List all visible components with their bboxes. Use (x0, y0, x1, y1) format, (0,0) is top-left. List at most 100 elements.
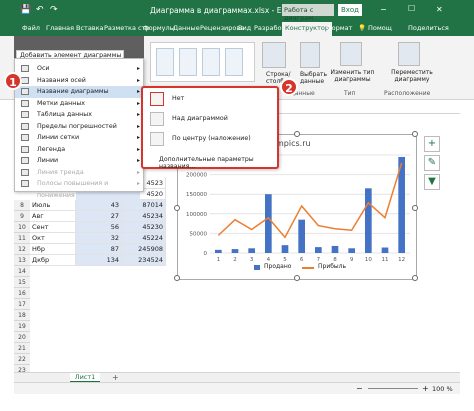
table-cell[interactable]: 45224 (122, 233, 166, 244)
row-header[interactable]: 9 (14, 211, 30, 222)
chevron-right-icon: ▸ (136, 134, 140, 141)
chevron-right-icon: ▸ (136, 180, 140, 187)
table-cell[interactable]: 27 (76, 211, 122, 222)
table-cell[interactable]: Июль (30, 200, 76, 211)
tab-insert[interactable]: Вставка (76, 24, 104, 32)
table-cell[interactable]: 56 (76, 222, 122, 233)
style-thumb[interactable] (156, 48, 174, 76)
menu-item-none[interactable]: Нет (146, 90, 276, 110)
table-cell[interactable]: 234524 (122, 255, 166, 266)
menu-item-centered-overlay[interactable]: По центру (наложение) (146, 130, 276, 150)
row-header[interactable]: 15 (14, 277, 30, 288)
table-cell[interactable]: 134 (76, 255, 122, 266)
menu-item[interactable]: Метки данных ▸ (15, 98, 143, 110)
resize-handle[interactable] (294, 131, 300, 137)
undo-icon[interactable]: ↶ (36, 5, 44, 15)
menu-item[interactable]: Линии ▸ (15, 155, 143, 167)
menu-item-label: Линия тренда (37, 168, 84, 176)
menu-item[interactable]: Легенда ▸ (15, 144, 143, 156)
row-header[interactable]: 10 (14, 222, 30, 233)
row-header[interactable]: 20 (14, 332, 30, 343)
table-cell[interactable]: 45230 (122, 222, 166, 233)
chart-element-icon (21, 111, 29, 118)
row-header[interactable]: 16 (14, 288, 30, 299)
row-col-icon[interactable] (262, 42, 286, 68)
menu-item[interactable]: Оси ▸ (15, 63, 143, 75)
table-cell[interactable]: 87 (76, 244, 122, 255)
add-sheet-button[interactable]: + (112, 373, 119, 382)
resize-handle[interactable] (412, 275, 418, 281)
resize-handle[interactable] (174, 275, 180, 281)
row-header[interactable]: 13 (14, 255, 30, 266)
y-tick-label: 100000 (186, 212, 207, 218)
chart-bar (231, 249, 239, 253)
zoom-in-button[interactable]: + (422, 384, 429, 393)
style-thumb[interactable] (202, 48, 220, 76)
row-header[interactable]: 19 (14, 321, 30, 332)
style-thumb[interactable] (179, 48, 197, 76)
move-chart-icon[interactable] (398, 42, 420, 66)
table-cell[interactable]: Окт (30, 233, 76, 244)
share-button[interactable]: Поделиться (408, 24, 449, 32)
table-cell[interactable]: Нбр (30, 244, 76, 255)
row-header[interactable]: 12 (14, 244, 30, 255)
tab-format[interactable]: Формат (326, 24, 352, 32)
chart-title-overlay-icon (150, 132, 164, 146)
move-chart-button[interactable]: Переместить диаграмму (384, 69, 440, 83)
tab-home[interactable]: Главная (46, 24, 74, 32)
table-cell[interactable]: 45234 (122, 211, 166, 222)
table-cell[interactable]: Дкбр (30, 255, 76, 266)
maximize-button[interactable]: ☐ (408, 4, 415, 13)
table-cell[interactable]: 87014 (122, 200, 166, 211)
table-cell[interactable]: Сент (30, 222, 76, 233)
tab-help[interactable]: Помощ (368, 24, 392, 32)
zoom-slider[interactable] (368, 388, 418, 389)
chart-bar (215, 249, 222, 253)
login-button[interactable]: Вход (338, 4, 362, 16)
table-cell[interactable]: 32 (76, 233, 122, 244)
row-header[interactable]: 18 (14, 310, 30, 321)
tab-view[interactable]: Вид (238, 24, 251, 32)
minimize-button[interactable]: − (380, 5, 387, 14)
chart-element-icon (21, 122, 29, 130)
table-cell[interactable]: 43 (76, 200, 122, 211)
zoom-out-button[interactable]: − (356, 384, 363, 393)
row-header[interactable]: 11 (14, 233, 30, 244)
tab-file[interactable]: Файл (22, 24, 40, 32)
chart-styles-button[interactable]: ✎ (424, 155, 440, 171)
chart-filter-button[interactable]: ▼ (424, 174, 440, 190)
resize-handle[interactable] (294, 275, 300, 281)
chart-elements-button[interactable]: + (424, 136, 440, 152)
resize-handle[interactable] (412, 205, 418, 211)
menu-item[interactable]: Линии сетки ▸ (15, 132, 143, 144)
save-icon[interactable]: 💾 (20, 5, 31, 15)
tab-formulas[interactable]: Формулы (143, 24, 175, 32)
menu-item[interactable]: Название диаграммы ▸ (15, 86, 143, 98)
resize-handle[interactable] (412, 131, 418, 137)
change-type-button[interactable]: Изменить тип диаграммы (325, 69, 380, 83)
table-cell[interactable]: 245908 (122, 244, 166, 255)
row-header[interactable]: 17 (14, 299, 30, 310)
chevron-right-icon: ▸ (136, 99, 140, 107)
row-header[interactable]: 22 (14, 354, 30, 365)
change-type-icon[interactable] (340, 42, 362, 66)
row-header[interactable]: 8 (14, 200, 30, 211)
chart-styles-gallery[interactable] (150, 42, 255, 82)
tab-data[interactable]: Данные (173, 24, 200, 32)
help-icon[interactable]: 💡 (358, 24, 366, 32)
redo-icon[interactable]: ↷ (50, 5, 58, 15)
close-button[interactable]: ✕ (436, 5, 443, 14)
tab-design[interactable]: Конструктор (282, 22, 332, 36)
menu-item[interactable]: Названия осей ▸ (15, 75, 143, 87)
style-thumb[interactable] (225, 48, 243, 76)
row-header[interactable]: 14 (14, 266, 30, 277)
table-cell[interactable]: Авг (30, 211, 76, 222)
menu-item[interactable]: Таблица данных ▸ (15, 109, 143, 121)
resize-handle[interactable] (174, 205, 180, 211)
menu-item-above-chart[interactable]: Над диаграммой (146, 110, 276, 130)
menu-item[interactable]: Пределы погрешностей ▸ (15, 121, 143, 133)
row-header[interactable]: 21 (14, 343, 30, 354)
more-title-options[interactable]: Дополнительные параметры названия... (159, 156, 277, 170)
window-title: Диаграмма в диаграммах.xlsx - Excel (150, 6, 297, 15)
select-data-icon[interactable] (300, 42, 320, 68)
